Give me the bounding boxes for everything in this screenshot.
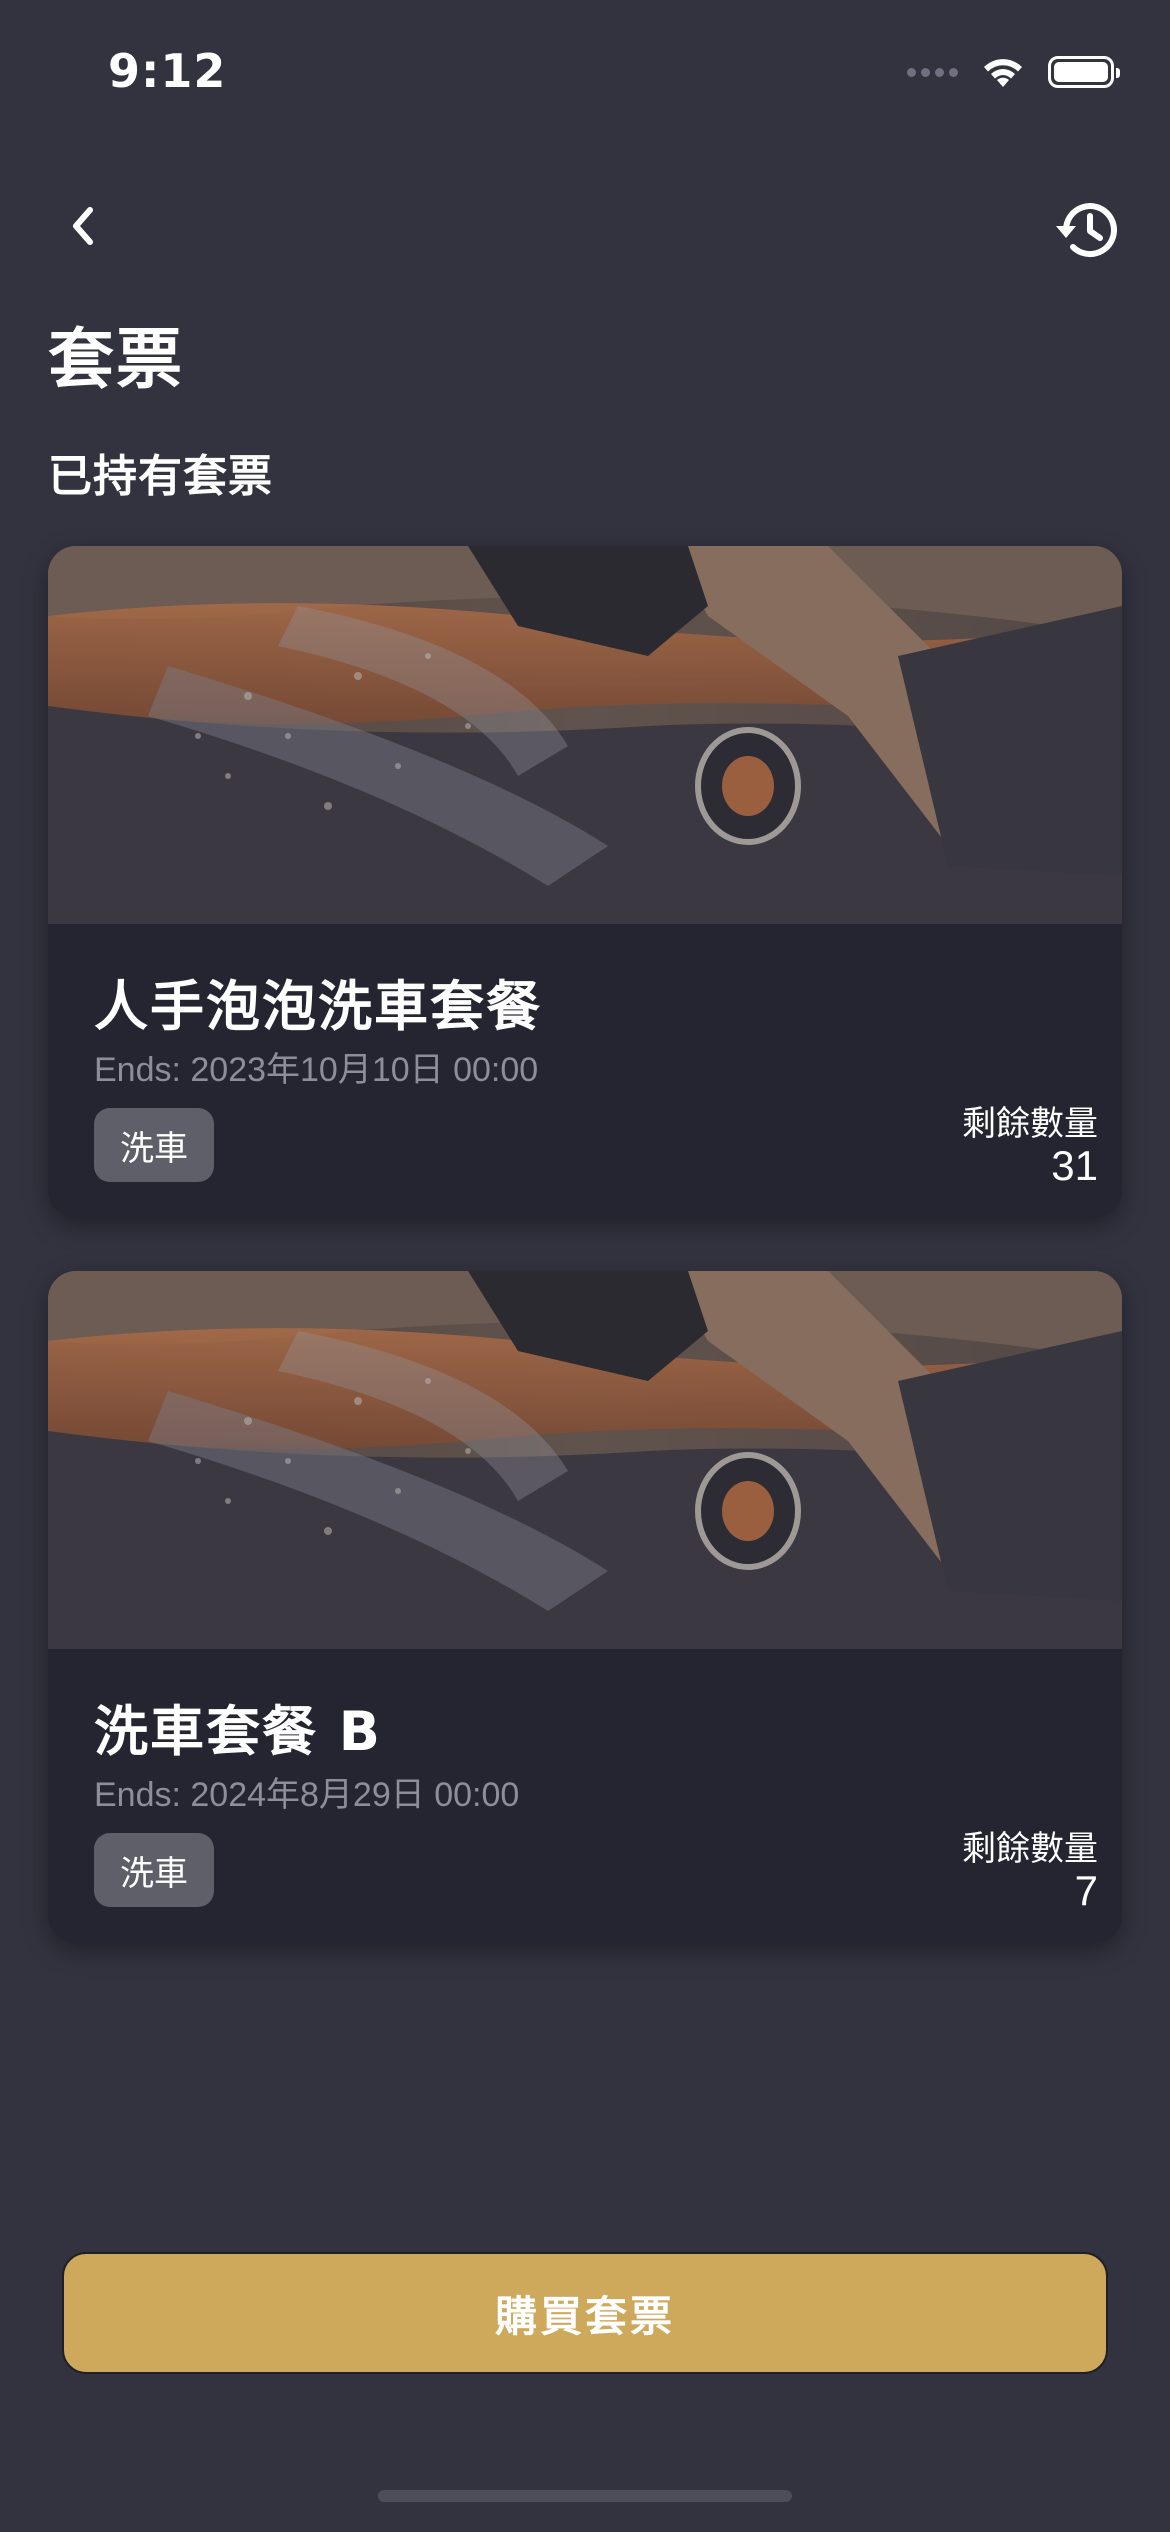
buy-package-button[interactable]: 購買套票 bbox=[62, 2252, 1108, 2374]
card-body: 人手泡泡洗車套餐 Ends: 2023年10月10日 00:00 洗車 剩餘數量… bbox=[48, 924, 1122, 1218]
package-card[interactable]: 人手泡泡洗車套餐 Ends: 2023年10月10日 00:00 洗車 剩餘數量… bbox=[48, 546, 1122, 1218]
status-icons bbox=[907, 52, 1120, 92]
back-button[interactable] bbox=[48, 190, 120, 262]
cellular-signal-icon bbox=[907, 67, 958, 77]
card-title: 洗車套餐 B bbox=[94, 1700, 382, 1763]
page-title: 套票 bbox=[48, 321, 184, 398]
card-body: 洗車套餐 B Ends: 2024年8月29日 00:00 洗車 剩餘數量 7 bbox=[48, 1649, 1122, 1943]
card-end-date: Ends: 2023年10月10日 00:00 bbox=[94, 1051, 539, 1089]
status-time: 9:12 bbox=[108, 44, 227, 98]
car-wash-image bbox=[48, 546, 1122, 924]
category-tag: 洗車 bbox=[94, 1833, 214, 1907]
remaining-label: 剩餘數量 bbox=[962, 1104, 1098, 1144]
history-button[interactable] bbox=[1046, 190, 1126, 270]
wifi-icon bbox=[984, 59, 1022, 87]
car-wash-image bbox=[48, 1271, 1122, 1649]
remaining-count: 31 bbox=[1051, 1142, 1098, 1189]
battery-icon bbox=[1048, 56, 1120, 88]
category-tag: 洗車 bbox=[94, 1108, 214, 1182]
package-card[interactable]: 洗車套餐 B Ends: 2024年8月29日 00:00 洗車 剩餘數量 7 bbox=[48, 1271, 1122, 1943]
home-indicator[interactable] bbox=[378, 2490, 792, 2502]
card-title: 人手泡泡洗車套餐 bbox=[94, 975, 542, 1038]
section-title: 已持有套票 bbox=[48, 451, 273, 502]
remaining-label: 剩餘數量 bbox=[962, 1829, 1098, 1869]
chevron-left-icon bbox=[73, 207, 93, 245]
card-end-date: Ends: 2024年8月29日 00:00 bbox=[94, 1776, 520, 1814]
remaining-count: 7 bbox=[1074, 1867, 1098, 1914]
history-icon bbox=[1056, 203, 1117, 258]
screen: 9:12 套票 已持有套票 人手泡泡洗車套餐 Ends: 2023年10月10日… bbox=[0, 0, 1170, 2532]
